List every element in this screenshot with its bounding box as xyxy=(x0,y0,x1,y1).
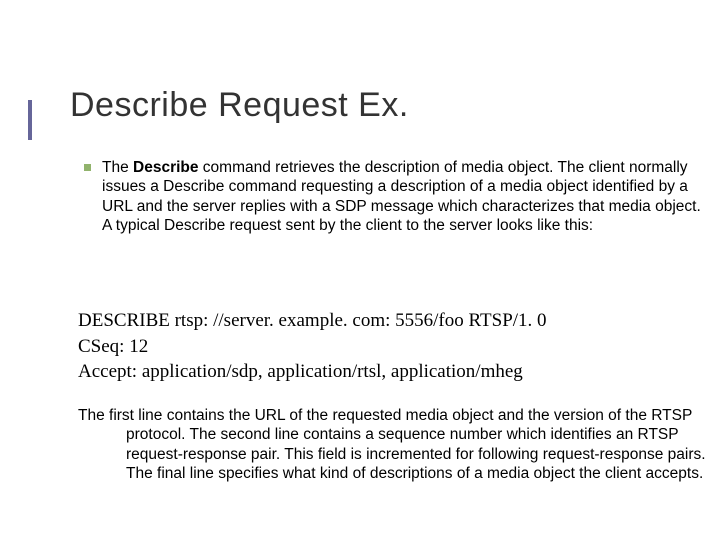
footer-block: The first line contains the URL of the r… xyxy=(78,406,710,484)
title-container: Describe Request Ex. xyxy=(70,86,700,125)
slide-title: Describe Request Ex. xyxy=(70,86,700,125)
bullet-square-icon xyxy=(84,164,91,171)
bullet-lead-bold: Describe xyxy=(133,159,198,176)
code-line-1: DESCRIBE rtsp: //server. example. com: 5… xyxy=(78,308,700,334)
slide: Describe Request Ex. The Describe comman… xyxy=(0,0,720,540)
title-accent-bar xyxy=(28,100,32,140)
footer-text: The first line contains the URL of the r… xyxy=(78,406,710,484)
code-line-2: CSeq: 12 xyxy=(78,334,700,360)
code-line-3: Accept: application/sdp, application/rts… xyxy=(78,359,700,385)
bullet-lead-before: The xyxy=(102,159,133,176)
bullet-text: The Describe command retrieves the descr… xyxy=(102,158,710,236)
code-block: DESCRIBE rtsp: //server. example. com: 5… xyxy=(78,308,700,385)
bullet-block: The Describe command retrieves the descr… xyxy=(102,158,710,236)
